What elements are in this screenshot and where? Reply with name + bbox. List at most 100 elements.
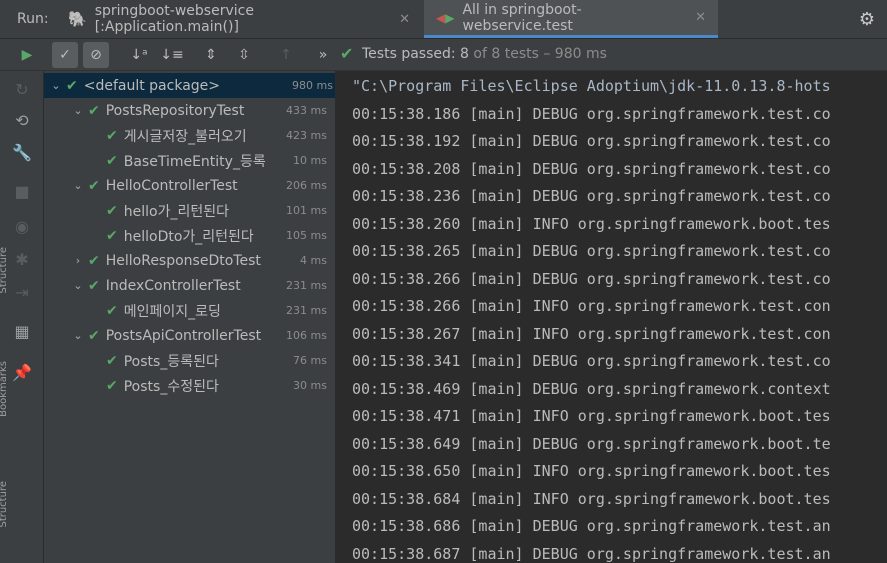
test-status: Tests passed: 8 of 8 tests – 980 ms <box>362 46 607 62</box>
show-passed-icon[interactable]: ✓ <box>52 42 78 68</box>
console-line: 00:15:38.236 [main] DEBUG org.springfram… <box>352 187 831 205</box>
previous-failed-icon[interactable]: ↑ <box>273 42 299 68</box>
tab-label: All in springboot-webservice.test <box>462 1 582 34</box>
sort-alphabetically-icon[interactable]: ↓ᵃ <box>126 42 152 68</box>
tree-row-posts-api-controller-test[interactable]: ⌄ ✔ PostsApiControllerTest 106 ms <box>44 323 335 348</box>
check-icon: ✔ <box>106 377 118 394</box>
tree-row-label: Posts_등록된다 <box>123 353 219 370</box>
check-icon: ✔ <box>106 302 118 319</box>
gear-icon[interactable]: ⚙ <box>859 9 875 30</box>
check-icon: ✔ <box>106 352 118 369</box>
tree-row-label: HelloControllerTest <box>105 177 238 194</box>
tree-row-test[interactable]: ✔ Posts_등록된다 76 ms <box>44 348 335 373</box>
check-icon: ✔ <box>106 152 118 169</box>
tree-row-time: 10 ms <box>293 154 327 167</box>
sort-by-duration-icon[interactable]: ↓≡ <box>159 42 185 68</box>
tree-row-time: 105 ms <box>286 229 327 242</box>
tree-row-time: 106 ms <box>286 329 327 342</box>
tree-row-hello-controller-test[interactable]: ⌄ ✔ HelloControllerTest 206 ms <box>44 173 335 198</box>
tree-row-time: 101 ms <box>286 204 327 217</box>
console-line: 00:15:38.208 [main] DEBUG org.springfram… <box>352 160 831 178</box>
console-line: 00:15:38.266 [main] DEBUG org.springfram… <box>352 270 831 288</box>
more-actions-icon[interactable]: » <box>310 42 336 68</box>
tree-row-time: 433 ms <box>286 104 327 117</box>
tab-all-tests[interactable]: ◀▶ All in springboot-webservice.test ✕ <box>424 0 718 38</box>
layout-icon[interactable]: ▦ <box>10 319 34 343</box>
console-line: 00:15:38.267 [main] INFO org.springframe… <box>352 325 831 343</box>
check-icon: ✔ <box>88 252 100 269</box>
exit-icon[interactable]: ⇥ <box>10 280 34 304</box>
check-icon: ✔ <box>88 277 100 294</box>
chevron-down-icon[interactable]: ⌄ <box>72 104 84 117</box>
chevron-down-icon[interactable]: ⌄ <box>50 79 62 92</box>
bug-icon[interactable]: ✱ <box>10 247 34 271</box>
tree-row-test[interactable]: ✔ hello가_리턴된다 101 ms <box>44 198 335 223</box>
tab-application-main[interactable]: 🐘 springboot-webservice [:Application.ma… <box>56 0 422 38</box>
tree-row-test[interactable]: ✔ Posts_수정된다 30 ms <box>44 373 335 398</box>
pin-icon[interactable]: 📌 <box>10 360 34 384</box>
status-passed-count: 8 <box>460 46 469 62</box>
tree-row-test[interactable]: ✔ 메인페이지_로딩 231 ms <box>44 298 335 323</box>
check-icon: ✔ <box>106 202 118 219</box>
tree-row-default-package[interactable]: ⌄ ✔ <default package> 980 ms <box>44 73 335 98</box>
check-icon: ✔ <box>66 77 78 94</box>
check-icon: ✔ <box>106 227 118 244</box>
tab-label: springboot-webservice [:Application.main… <box>94 3 254 35</box>
console-output[interactable]: "C:\Program Files\Eclipse Adoptium\jdk-1… <box>336 71 887 563</box>
expand-all-icon[interactable]: ⇕ <box>198 42 224 68</box>
tree-row-time: 206 ms <box>286 179 327 192</box>
tree-row-label: 메인페이지_로딩 <box>123 303 221 320</box>
tree-row-posts-repository-test[interactable]: ⌄ ✔ PostsRepositoryTest 433 ms <box>44 98 335 123</box>
test-results-tree: ⌄ ✔ <default package> 980 ms ⌄ ✔ PostsReposit… <box>44 71 336 563</box>
tree-row-test[interactable]: ✔ BaseTimeEntity_등록 10 ms <box>44 148 335 173</box>
tree-row-time: 76 ms <box>293 354 327 367</box>
console-line: 00:15:38.186 [main] DEBUG org.springfram… <box>352 105 831 123</box>
status-prefix: Tests passed: <box>362 46 461 62</box>
chevron-down-icon[interactable]: ⌄ <box>72 329 84 342</box>
close-icon[interactable]: ✕ <box>399 12 410 27</box>
tree-row-index-controller-test[interactable]: ⌄ ✔ IndexControllerTest 231 ms <box>44 273 335 298</box>
gradle-elephant-icon: 🐘 <box>68 10 87 28</box>
tree-row-label: <default package> <box>83 77 221 94</box>
check-icon: ✔ <box>88 327 100 344</box>
tree-row-label: PostsApiControllerTest <box>105 327 262 344</box>
camera-icon[interactable]: ◉ <box>10 214 34 238</box>
wrench-icon[interactable]: 🔧 <box>10 140 34 164</box>
tree-row-label: 게시글저장_불러오기 <box>123 128 247 145</box>
tree-row-hello-response-dto-test[interactable]: › ✔ HelloResponseDtoTest 4 ms <box>44 248 335 273</box>
tree-row-label: hello가_리턴된다 <box>123 203 229 220</box>
console-line: 00:15:38.686 [main] DEBUG org.springfram… <box>352 517 831 535</box>
close-icon[interactable]: ✕ <box>695 10 706 25</box>
show-ignored-icon[interactable]: ⊘ <box>83 42 109 68</box>
rerun-failed-icon[interactable]: ↻ <box>10 77 34 101</box>
test-diamond-icon: ◀▶ <box>436 10 455 25</box>
test-toolbar: ▶ ✓ ⊘ ↓ᵃ ↓≡ ⇕ ⇳ ↑ » ✔ Tests passed: 8 of… <box>0 39 887 71</box>
bookmarks-side-label[interactable]: Bookmarks <box>0 361 9 417</box>
stop-icon[interactable]: ■ <box>10 179 34 203</box>
toggle-auto-test-icon[interactable]: ⟲ <box>10 108 34 132</box>
chevron-down-icon[interactable]: ⌄ <box>72 179 84 192</box>
tree-row-time: 30 ms <box>293 379 327 392</box>
structure-side-label-2[interactable]: Structure <box>0 481 9 528</box>
console-line: 00:15:38.265 [main] DEBUG org.springfram… <box>352 242 831 260</box>
structure-side-label[interactable]: Structure <box>0 247 9 294</box>
collapse-all-icon[interactable]: ⇳ <box>231 42 257 68</box>
console-line: 00:15:38.192 [main] DEBUG org.springfram… <box>352 132 831 150</box>
console-command-line: "C:\Program Files\Eclipse Adoptium\jdk-1… <box>352 77 831 95</box>
tree-row-time: 980 ms <box>292 79 333 92</box>
rerun-icon[interactable]: ▶ <box>14 42 40 68</box>
console-line: 00:15:38.687 [main] DEBUG org.springfram… <box>352 545 831 563</box>
tree-row-test[interactable]: ✔ 게시글저장_불러오기 423 ms <box>44 123 335 148</box>
tree-row-label: HelloResponseDtoTest <box>105 252 261 269</box>
tree-row-label: Posts_수정된다 <box>123 378 219 395</box>
tree-row-label: helloDto가_리턴된다 <box>123 228 254 245</box>
tests-passed-icon: ✔ <box>340 44 354 63</box>
console-line: 00:15:38.260 [main] INFO org.springframe… <box>352 215 831 233</box>
tree-row-time: 231 ms <box>286 279 327 292</box>
chevron-right-icon[interactable]: › <box>72 254 84 267</box>
tree-row-test[interactable]: ✔ helloDto가_리턴된다 105 ms <box>44 223 335 248</box>
console-line: 00:15:38.684 [main] INFO org.springframe… <box>352 490 831 508</box>
tree-row-label: BaseTimeEntity_등록 <box>123 153 266 170</box>
status-suffix: of 8 tests – 980 ms <box>468 46 607 62</box>
chevron-down-icon[interactable]: ⌄ <box>72 279 84 292</box>
